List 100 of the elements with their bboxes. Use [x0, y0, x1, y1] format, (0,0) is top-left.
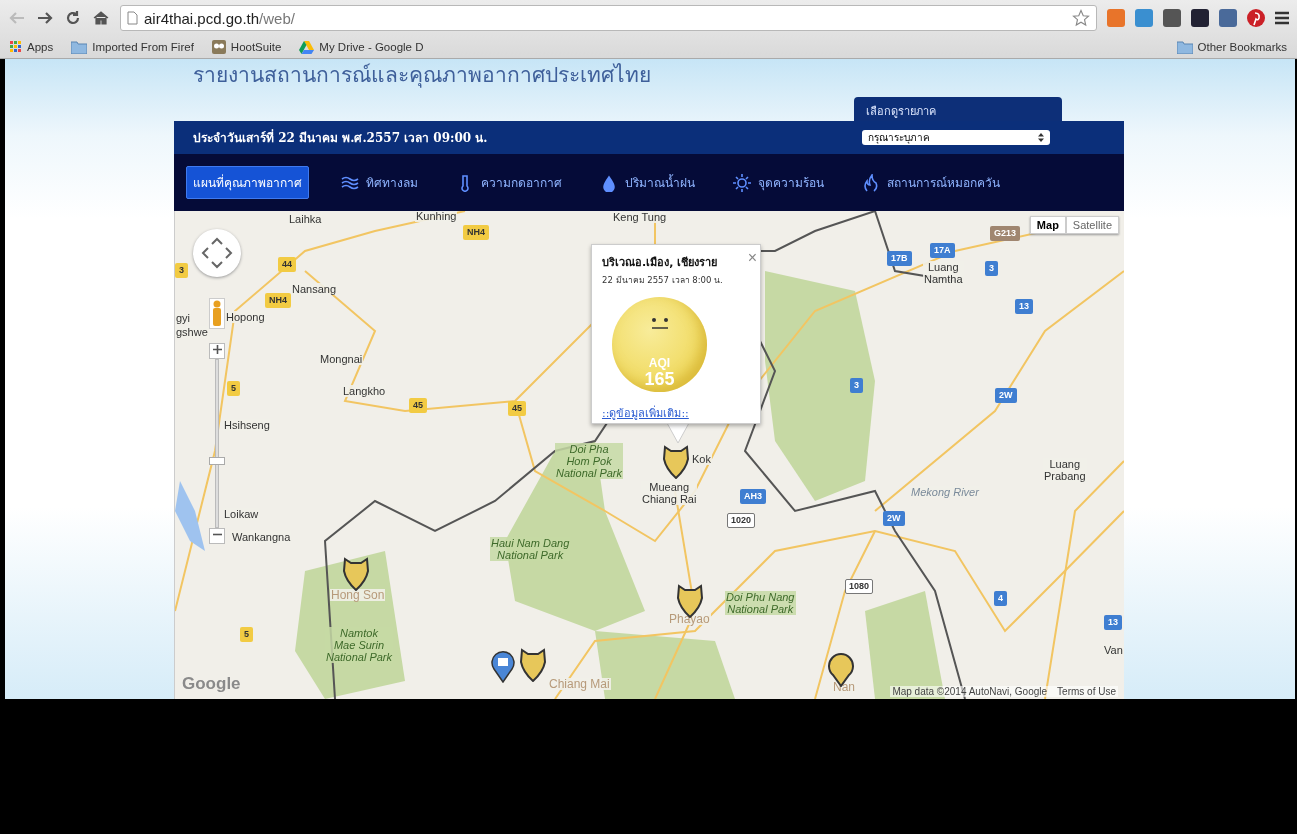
person-icon — [210, 299, 224, 328]
place-label: Mekong River — [910, 486, 980, 498]
date-line: ประจำวันเสาร์ที่ 22 มีนาคม พ.ศ.2557 เวลา 09:00 น. — [193, 128, 488, 147]
nav-tab[interactable]: ความกดอากาศ — [450, 167, 568, 198]
map-marker-icon[interactable] — [489, 649, 517, 683]
map-marker-icon[interactable] — [662, 445, 690, 479]
road-number: 17B — [887, 251, 912, 266]
flame-icon — [862, 173, 880, 192]
pin-logo-icon[interactable] — [1247, 9, 1265, 27]
terms-link[interactable]: Terms of Use — [1057, 686, 1116, 697]
map-type-button[interactable]: Satellite — [1065, 216, 1119, 234]
place-label: gshwe — [175, 326, 209, 338]
road-number: 5 — [240, 627, 253, 642]
road-number: 13 — [1104, 615, 1122, 630]
place-label: Loikaw — [223, 508, 260, 520]
aqi-label: AQI — [648, 356, 671, 370]
road-number: 45 — [508, 401, 526, 416]
place-label: Van — [1103, 644, 1124, 656]
place-label: Keng Tung — [612, 211, 668, 223]
place-label: Mongnai — [319, 353, 364, 365]
place-label: Hopong — [225, 311, 266, 323]
road-number: NH4 — [265, 293, 291, 308]
map-attribution: Map data ©2014 AutoNavi, Google — [892, 686, 1048, 697]
zoom-in-button[interactable] — [209, 343, 225, 359]
road-number: 17A — [930, 243, 955, 258]
map-marker-icon[interactable] — [342, 557, 370, 591]
place-label: Mueang Chiang Rai — [641, 481, 698, 505]
sun-icon — [733, 173, 751, 192]
close-button[interactable]: × — [747, 250, 757, 266]
bookmark-item[interactable]: My Drive - Google D — [299, 40, 424, 54]
place-label: Phayao — [668, 613, 711, 625]
place-label: Luang Namtha — [923, 261, 964, 285]
place-label: Wankangna — [231, 531, 292, 543]
road-number: 1020 — [727, 513, 756, 528]
road-number: 2W — [995, 388, 1017, 403]
road-number: 5 — [227, 381, 240, 396]
address-bar[interactable]: air4thai.pcd.go.th/web/ — [120, 5, 1097, 31]
place-label: Doi Pha Hom Pok National Park — [555, 443, 624, 479]
road-number: G213 — [990, 226, 1021, 241]
folder-icon — [71, 40, 88, 54]
region-select[interactable]: กรุณาระบุภาค — [862, 130, 1050, 145]
url-host: air4thai.pcd.go.th — [144, 9, 260, 27]
road-number: NH4 — [463, 225, 489, 240]
triangle-logo-icon — [299, 40, 315, 54]
nav-tab[interactable]: สถานการณ์หมอกควัน — [856, 167, 1006, 198]
place-label: Kok — [691, 453, 712, 465]
map-type-button[interactable]: Map — [1029, 216, 1066, 234]
place-label: gyi — [175, 312, 192, 324]
page-icon — [127, 11, 138, 25]
road-number: 4 — [994, 591, 1007, 606]
zoom-out-button[interactable] — [209, 528, 225, 544]
nav-tab[interactable]: แผนที่คุณภาพอากาศ — [186, 166, 309, 199]
map-logo: Google — [182, 674, 241, 694]
folder-icon — [1176, 40, 1193, 54]
road-number: 3 — [985, 261, 998, 276]
bookmark-item[interactable]: Apps — [10, 41, 54, 53]
drop-icon — [600, 173, 618, 192]
pan-control[interactable] — [193, 229, 241, 277]
place-label: Hong Son — [330, 589, 386, 601]
nav-tab[interactable]: ทิศทางลม — [335, 167, 424, 198]
place-label: Luang Prabang — [1043, 458, 1087, 482]
river-drawing — [175, 481, 205, 551]
bookmark-item[interactable]: HootSuite — [211, 40, 282, 54]
place-label: Doi Phu Nang National Park — [725, 591, 796, 615]
aqi-value: 165 — [644, 370, 675, 388]
updown-caret-icon — [1038, 133, 1044, 142]
place-label: Nansang — [291, 283, 338, 295]
apps-grid-icon — [10, 41, 22, 53]
nav-tab[interactable]: จุดความร้อน — [727, 167, 830, 198]
menu-icon[interactable] — [1275, 11, 1289, 25]
road-number: 1080 — [845, 579, 874, 594]
bookmark-item[interactable]: Other Bookmarks — [1176, 40, 1287, 54]
road-number: 3 — [850, 378, 863, 393]
road-number: 44 — [278, 257, 296, 272]
url-path: /web/ — [259, 9, 295, 27]
nav-tab[interactable]: ปริมาณน้ำฝน — [594, 167, 701, 198]
plus-icon — [212, 345, 222, 354]
popup-date: 22 มีนาคม 2557 เวลา 8:00 น. — [602, 274, 724, 287]
bookmark-item[interactable]: Imported From Firef — [71, 40, 194, 54]
zoom-thumb[interactable] — [209, 456, 225, 465]
region-tab[interactable]: เลือกดูรายภาค — [854, 97, 1062, 121]
road-number: 3 — [175, 263, 188, 278]
place-label: Hsihseng — [223, 419, 271, 431]
more-info-link[interactable]: ::ดูข้อมูลเพิ่มเติม:: — [602, 404, 689, 422]
reload-icon[interactable] — [64, 9, 82, 27]
place-label: Namtok Mae Surin National Park — [325, 627, 394, 663]
road-number: 13 — [1015, 299, 1033, 314]
map-marker-icon[interactable] — [519, 648, 547, 682]
place-label: Langkho — [342, 385, 387, 397]
place-label: Laihka — [288, 213, 323, 225]
place-label: Chiang Mai — [548, 678, 611, 690]
road-number: AH3 — [740, 489, 766, 504]
site-title: รายงานสถานการณ์และคุณภาพอากาศประเทศไทย — [192, 62, 651, 90]
road-number: 45 — [409, 398, 427, 413]
extension-icon[interactable] — [1191, 9, 1209, 27]
star-icon[interactable] — [1072, 9, 1090, 27]
home-icon[interactable] — [92, 9, 110, 27]
place-label: Haui Nam Dang National Park — [490, 537, 571, 561]
popup-title: บริเวณอ.เมือง, เชียงราย — [602, 255, 718, 271]
road-number: 2W — [883, 511, 905, 526]
